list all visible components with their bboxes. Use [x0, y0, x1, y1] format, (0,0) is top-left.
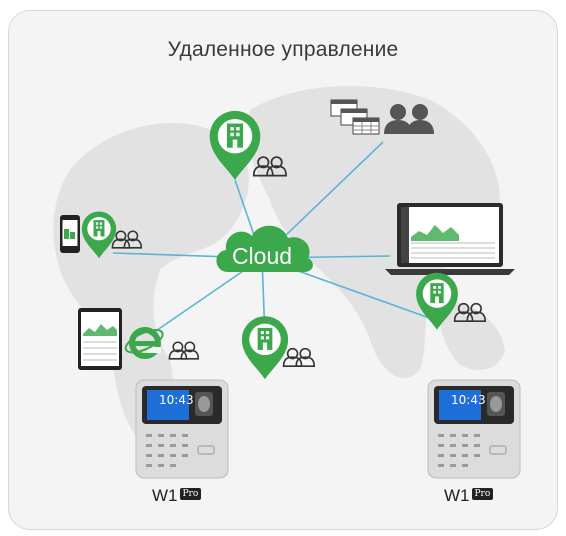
device-2-pro-badge: Pro: [471, 488, 494, 500]
tablet-icon: [78, 308, 122, 370]
location-pin-bottom: [241, 316, 289, 380]
network-diagram: Cloud 10:43 10:43: [53, 86, 521, 479]
users-icon-bottom-left: [168, 341, 200, 360]
laptop-icon: [385, 203, 515, 275]
users-icon-bottom: [282, 347, 316, 368]
device-1-time: 10:43: [159, 393, 194, 407]
device-1-pro-badge: Pro: [179, 488, 202, 500]
page-title: Удаленное управление: [167, 38, 399, 61]
device-1-model: W1: [152, 486, 178, 505]
phone-icon: [60, 215, 80, 253]
cloud-label: Cloud: [232, 243, 292, 269]
device-2-time: 10:43: [451, 393, 486, 407]
device-2-model: W1: [444, 486, 470, 505]
device-2-label: W1 Pro: [444, 486, 494, 506]
device-1-label: W1 Pro: [152, 486, 202, 506]
